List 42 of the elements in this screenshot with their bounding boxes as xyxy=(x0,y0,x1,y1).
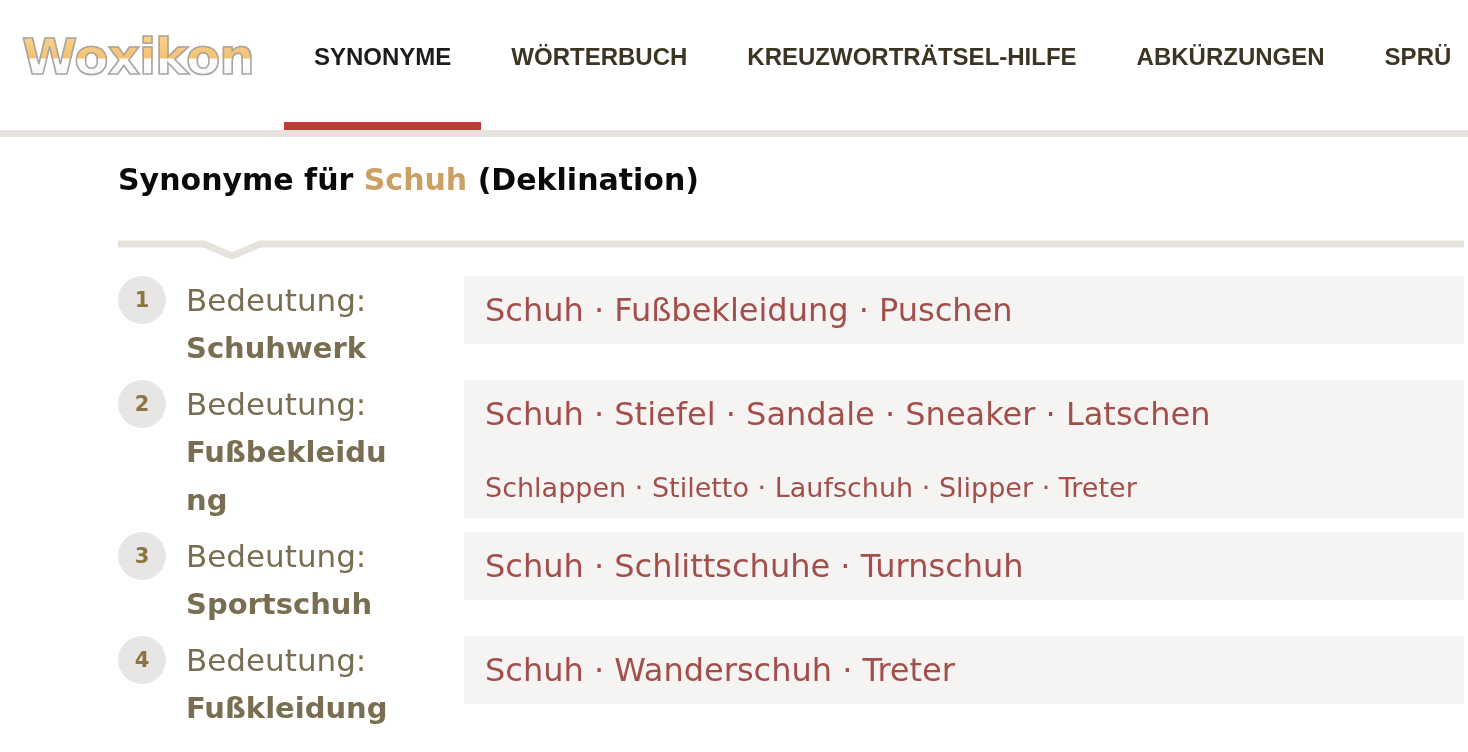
synonym-link[interactable]: Stiletto xyxy=(651,472,749,503)
synonym-link[interactable]: Sandale xyxy=(746,395,875,433)
meaning-term: Fußkleidung xyxy=(186,690,389,727)
synonym-link[interactable]: Schuh xyxy=(485,291,584,329)
nav-tab[interactable]: WÖRTERBUCH xyxy=(481,0,718,130)
synonym-link[interactable]: Treter xyxy=(862,651,955,689)
synonym-list: Schuh · Stiefel · Sandale · Sneaker · Latschen xyxy=(485,390,1443,438)
meaning-label: Bedeutung: xyxy=(186,641,368,680)
number-badge: 4 xyxy=(118,636,166,684)
synonym-link[interactable]: Laufschuh xyxy=(774,472,914,503)
nav-tab[interactable]: SYNONYME xyxy=(283,0,482,130)
meaning-term: Sportschuh xyxy=(186,586,374,623)
synonym-link[interactable]: Schuh xyxy=(485,395,584,433)
synonym-link[interactable]: Schlappen xyxy=(485,472,627,503)
synonym-link[interactable]: Latschen xyxy=(1065,395,1211,433)
nav-tab[interactable]: KREUZWORTRÄTSEL-HILFE xyxy=(717,0,1107,130)
synonym-link[interactable]: Sneaker xyxy=(905,395,1036,433)
number-badge: 3 xyxy=(118,532,166,580)
synonym-link[interactable]: Wanderschuh xyxy=(614,651,832,689)
meaning-label: Bedeutung: xyxy=(186,385,368,424)
meaning-label: Bedeutung: xyxy=(186,281,368,320)
meaning-term: Schuhwerk xyxy=(186,330,368,367)
synonym-link[interactable]: Slipper xyxy=(938,472,1034,503)
synonym-link[interactable]: Schlittschuhe xyxy=(614,547,831,585)
synonym-link[interactable]: Fußbekleidung xyxy=(614,291,849,329)
synonym-link[interactable]: Schuh xyxy=(485,547,584,585)
synonym-link[interactable]: Treter xyxy=(1058,472,1137,503)
number-badge: 2 xyxy=(118,380,166,428)
synonym-list: Schuh · Schlittschuhe · Turnschuh xyxy=(485,542,1443,590)
nav-tab[interactable]: ABKÜRZUNGEN xyxy=(1106,0,1355,130)
synonym-link[interactable]: Puschen xyxy=(879,291,1013,329)
synonym-link[interactable]: Stiefel xyxy=(614,395,716,433)
page-heading: Synonyme für Schuh (Deklination) xyxy=(118,161,701,199)
meaning-label: Bedeutung: xyxy=(186,537,368,576)
meaning-term: Fußbekleidung xyxy=(186,434,388,519)
synonym-link[interactable]: Schuh xyxy=(485,651,584,689)
synonym-list: Schlappen · Stiletto · Laufschuh · Slipper · Treter xyxy=(485,468,1443,508)
synonym-link[interactable]: Turnschuh xyxy=(860,547,1024,585)
synonym-list: Schuh · Wanderschuh · Treter xyxy=(485,646,1443,694)
synonym-list: Schuh · Fußbekleidung · Puschen xyxy=(485,286,1443,334)
number-badge: 1 xyxy=(118,276,166,324)
nav-tab[interactable]: SPRÜ xyxy=(1354,0,1452,130)
